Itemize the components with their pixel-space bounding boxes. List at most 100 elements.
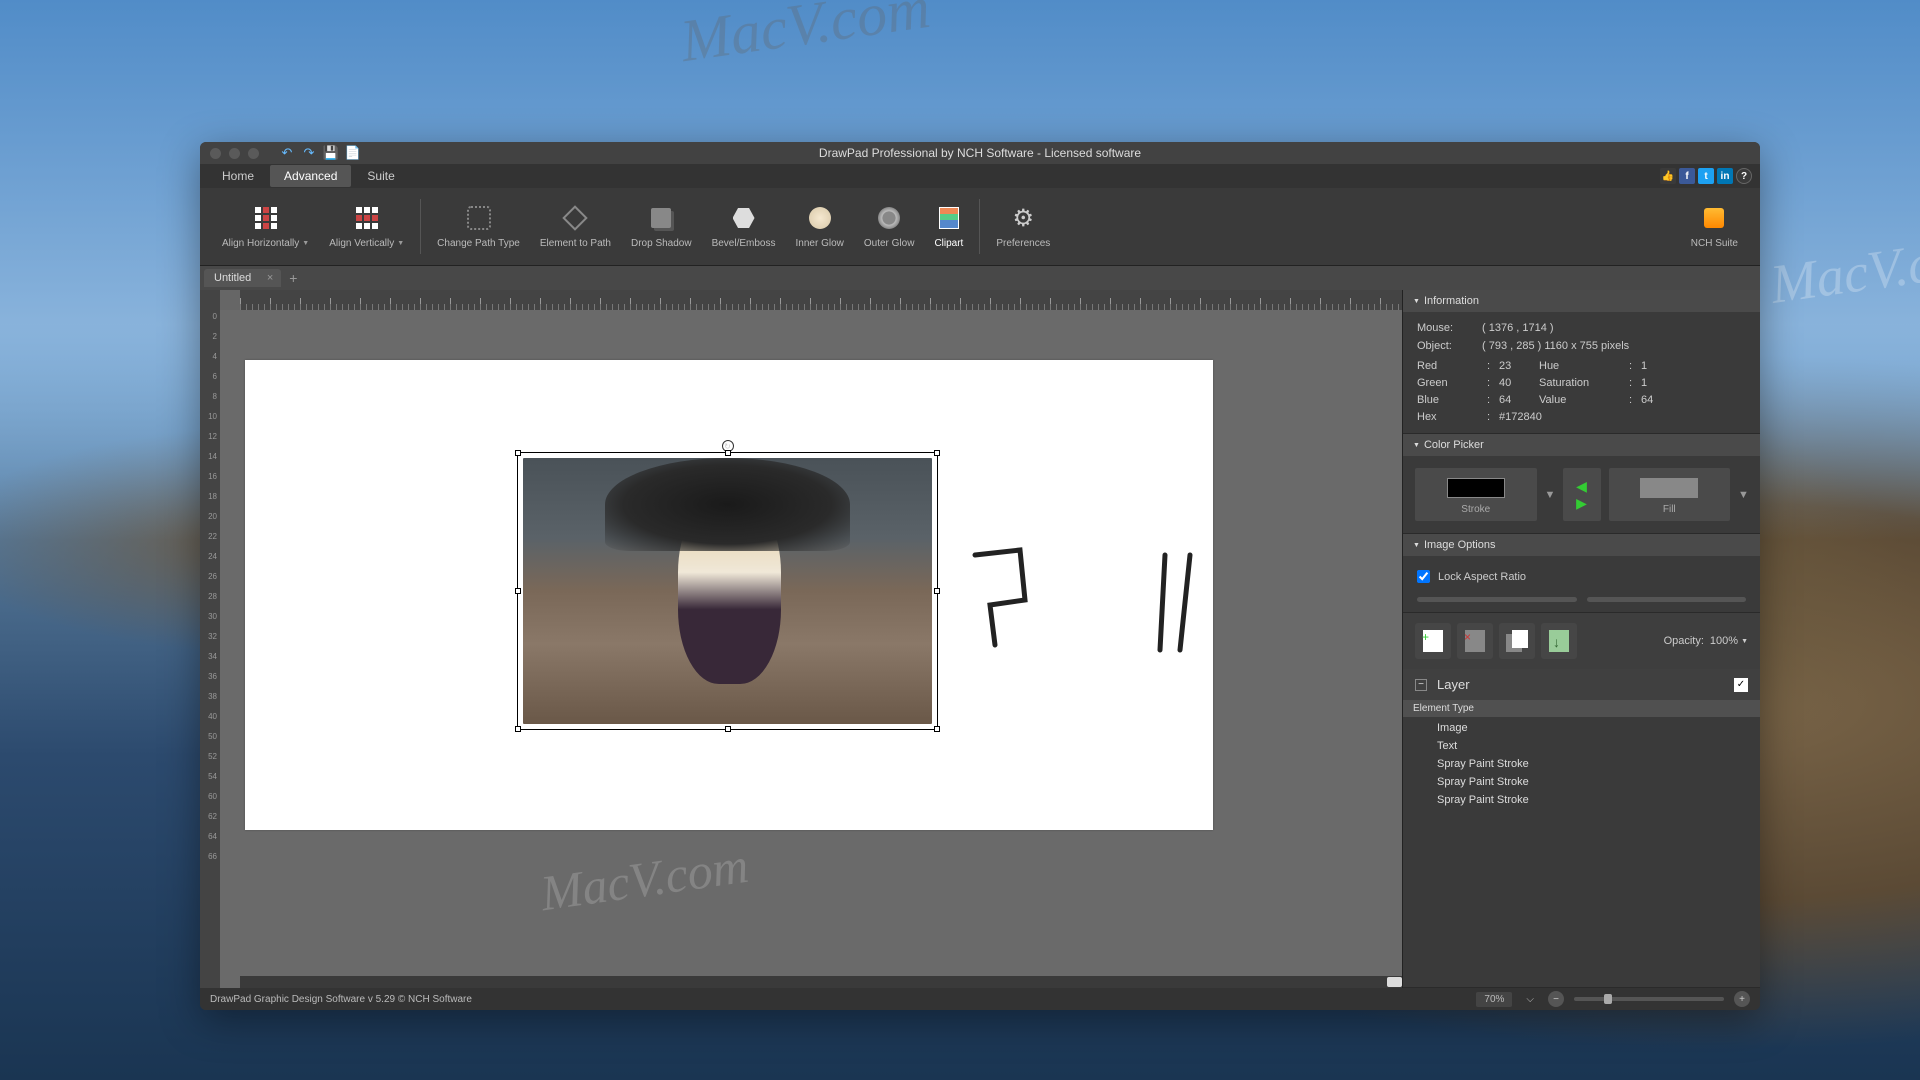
slider[interactable] [1417,597,1577,602]
ruler-tick: 64 [200,832,220,852]
spray-paint-stroke [1155,550,1215,655]
import-layer-button[interactable]: ↓ [1541,623,1577,659]
document-tab[interactable]: Untitled × [204,269,281,287]
new-layer-button[interactable]: + [1415,623,1451,659]
resize-handle[interactable] [934,726,940,732]
panel-header-colorpicker[interactable]: Color Picker [1403,434,1760,456]
resize-handle[interactable] [934,450,940,456]
align-vertically-button[interactable]: Align Vertically▼ [329,204,404,249]
ruler-tick: 22 [200,532,220,552]
slider[interactable] [1587,597,1747,602]
element-item[interactable]: Spray Paint Stroke [1403,773,1760,791]
linkedin-icon[interactable]: in [1717,168,1733,184]
path-icon [467,206,491,230]
layer-row[interactable]: − Layer ✓ [1403,669,1760,700]
layer-visible-checkbox[interactable]: ✓ [1734,678,1748,692]
resize-handle[interactable] [515,726,521,732]
stack-icon [1506,630,1528,652]
outer-glow-button[interactable]: Outer Glow [864,204,915,249]
stroke-color-button[interactable]: Stroke [1415,468,1537,521]
placed-image[interactable] [523,458,932,724]
undo-icon[interactable]: ↶ [279,145,295,161]
zoom-slider[interactable] [1574,997,1724,1001]
maximize-window-button[interactable] [248,148,259,159]
zoom-in-button[interactable]: + [1734,991,1750,1007]
opacity-value[interactable]: 100%▼ [1710,635,1748,647]
element-item[interactable]: Spray Paint Stroke [1403,755,1760,773]
facebook-icon[interactable]: f [1679,168,1695,184]
inner-glow-icon [809,207,831,229]
change-path-type-button[interactable]: Change Path Type [437,204,520,249]
fill-color-button[interactable]: Fill [1609,468,1731,521]
panel-header-information[interactable]: Information [1403,290,1760,312]
resize-handle[interactable] [515,450,521,456]
element-item[interactable]: Spray Paint Stroke [1403,791,1760,809]
element-to-path-button[interactable]: Element to Path [540,204,611,249]
ruler-tick: 30 [200,612,220,632]
close-window-button[interactable] [210,148,221,159]
delete-layer-button[interactable]: × [1457,623,1493,659]
document-tabbar: Untitled × + [200,266,1760,290]
canvas-viewport[interactable]: ↻ MacV.com [220,310,1402,988]
resize-handle[interactable] [515,588,521,594]
drop-shadow-button[interactable]: Drop Shadow [631,204,692,249]
nch-suite-button[interactable]: NCH Suite [1691,204,1738,249]
object-value: ( 793 , 285 ) 1160 x 755 pixels [1482,340,1746,352]
opacity-label: Opacity: [1664,635,1704,647]
align-horizontal-icon [255,207,277,229]
layer-name: Layer [1437,677,1470,692]
ruler-tick: 38 [200,692,220,712]
mouse-label: Mouse: [1417,322,1482,334]
chevron-down-icon[interactable]: ⌵ [1522,992,1538,1007]
app-window: ↶ ↷ 💾 📄 DrawPad Professional by NCH Soft… [200,142,1760,1010]
inner-glow-button[interactable]: Inner Glow [796,204,844,249]
ruler-tick: 10 [200,412,220,432]
tab-advanced[interactable]: Advanced [270,165,351,187]
titlebar: ↶ ↷ 💾 📄 DrawPad Professional by NCH Soft… [200,142,1760,164]
clipart-button[interactable]: Clipart [934,204,963,249]
bevel-emboss-button[interactable]: Bevel/Emboss [712,204,776,249]
ruler-tick: 8 [200,392,220,412]
chevron-down-icon[interactable]: ▼ [1738,489,1748,501]
element-item[interactable]: Image [1403,719,1760,737]
chevron-down-icon[interactable]: ▼ [1545,489,1555,501]
panel-header-imageoptions[interactable]: Image Options [1403,534,1760,556]
add-tab-button[interactable]: + [289,270,297,286]
hue-value: 1 [1641,360,1681,372]
preferences-button[interactable]: ⚙Preferences [996,204,1050,249]
close-tab-icon[interactable]: × [267,272,273,284]
fill-swatch [1640,478,1698,498]
ruler-tick: 34 [200,652,220,672]
duplicate-layer-button[interactable] [1499,623,1535,659]
tab-suite[interactable]: Suite [353,165,408,187]
resize-handle[interactable] [725,450,731,456]
align-horizontally-button[interactable]: Align Horizontally▼ [222,204,309,249]
like-icon[interactable]: 👍 [1660,168,1676,184]
red-value: 23 [1499,360,1539,372]
ruler-tick: 52 [200,752,220,772]
object-label: Object: [1417,340,1482,352]
selection-box[interactable]: ↻ [517,452,938,730]
new-icon[interactable]: 📄 [345,145,361,161]
twitter-icon[interactable]: t [1698,168,1714,184]
scrollbar-horizontal[interactable] [240,976,1402,988]
swap-colors-button[interactable]: ◀ ▶ [1563,468,1601,521]
tab-home[interactable]: Home [208,165,268,187]
zoom-out-button[interactable]: − [1548,991,1564,1007]
download-icon: ↓ [1549,630,1569,652]
element-icon [563,205,588,230]
ruler-tick: 40 [200,712,220,732]
scrollbar-thumb[interactable] [1387,977,1402,987]
redo-icon[interactable]: ↷ [301,145,317,161]
resize-handle[interactable] [725,726,731,732]
element-item[interactable]: Text [1403,737,1760,755]
lock-aspect-ratio-checkbox[interactable]: Lock Aspect Ratio [1417,566,1746,587]
help-icon[interactable]: ? [1736,168,1752,184]
save-icon[interactable]: 💾 [323,145,339,161]
zoom-value[interactable]: 70% [1476,992,1512,1007]
hue-label: Hue [1539,360,1629,372]
resize-handle[interactable] [934,588,940,594]
collapse-icon[interactable]: − [1415,679,1427,691]
ruler-tick: 16 [200,472,220,492]
minimize-window-button[interactable] [229,148,240,159]
